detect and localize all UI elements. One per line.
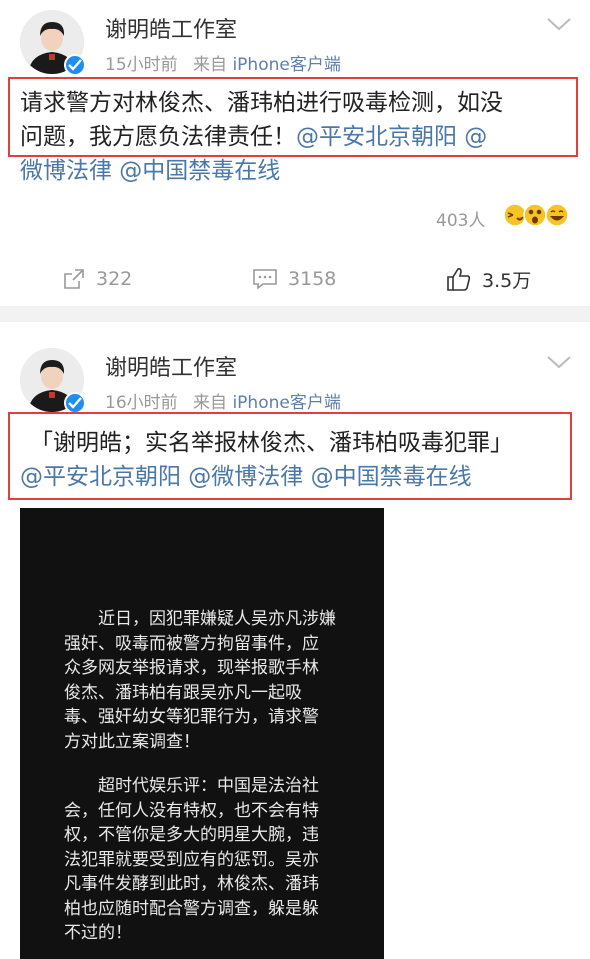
reaction-emojis-icon[interactable] [502, 202, 572, 228]
post-time: 16小时前 [105, 393, 178, 413]
post-divider [0, 306, 590, 322]
image-paragraph-1: 近日，因犯罪嫌疑人吴亦凡涉嫌 强奸、吸毒而被警方拘留事件，应 众多网友举报请求，… [64, 607, 364, 754]
comment-count: 3158 [288, 268, 337, 290]
chevron-down-icon[interactable] [546, 354, 572, 370]
post-actions: 322 3158 3.5万 [0, 262, 590, 296]
repost-icon [64, 269, 84, 289]
source-prefix: 来自 [193, 55, 228, 75]
avatar[interactable] [20, 348, 86, 414]
comment-icon [253, 269, 277, 290]
avatar[interactable] [20, 10, 86, 76]
image-text-line: 法犯罪就要受到应有的惩罚。吴亦 [64, 849, 319, 870]
reaction-count[interactable]: 403人 [436, 206, 485, 231]
post-meta: 16小时前 来自 iPhone客户端 [105, 388, 341, 413]
image-text-line: 不过的！ [64, 923, 132, 943]
post-image[interactable]: 近日，因犯罪嫌疑人吴亦凡涉嫌 强奸、吸毒而被警方拘留事件，应 众多网友举报请求，… [20, 508, 384, 959]
image-text-line: 凡事件发酵到此时，林俊杰、潘玮 [64, 874, 319, 894]
image-text-line: 强奸、吸毒而被警方拘留事件，应 [64, 633, 319, 654]
post-time: 15小时前 [105, 55, 178, 75]
image-text-line: 权，不管你是多大的明星大腕，违 [64, 825, 319, 845]
image-text-line: 会，任何人没有特权，也不会有特 [64, 800, 319, 821]
verified-badge-icon [64, 392, 86, 414]
thumbs-up-icon [447, 268, 471, 291]
image-text-line: 方对此立案调查！ [64, 731, 200, 752]
weibo-post-2: 谢明皓工作室 16小时前 来自 iPhone客户端 「谢明皓；实名举报林俊杰、潘… [0, 322, 590, 959]
image-paragraph-2: 超时代娱乐评：中国是法治社 会，任何人没有特权，也不会有特 权，不管你是多大的明… [64, 774, 364, 946]
image-text-line: 近日，因犯罪嫌疑人吴亦凡涉嫌 [98, 609, 336, 629]
post-meta: 15小时前 来自 iPhone客户端 [105, 50, 341, 75]
comment-button[interactable]: 3158 [252, 262, 336, 296]
repost-count: 322 [96, 268, 133, 290]
weibo-post-1: 谢明皓工作室 15小时前 来自 iPhone客户端 请求警方对林俊杰、潘玮柏进行… [0, 0, 590, 306]
mention-link[interactable]: 微博法律 @中国禁毒在线 [20, 154, 580, 188]
like-button[interactable]: 3.5万 [446, 262, 531, 296]
image-text-line: 俊杰、潘玮柏有跟吴亦凡一起吸 [64, 682, 302, 703]
verified-badge-icon [64, 54, 86, 76]
repost-button[interactable]: 322 [62, 262, 132, 296]
highlight-box [8, 412, 572, 500]
source-client[interactable]: iPhone客户端 [232, 393, 340, 413]
author-name[interactable]: 谢明皓工作室 [105, 12, 237, 44]
author-name[interactable]: 谢明皓工作室 [105, 350, 237, 382]
like-count: 3.5万 [482, 269, 532, 292]
chevron-down-icon[interactable] [546, 16, 572, 32]
source-client[interactable]: iPhone客户端 [232, 55, 340, 75]
source-prefix: 来自 [193, 393, 228, 413]
highlight-box [8, 77, 578, 157]
image-text-line: 柏也应随时配合警方调查，躲是躲 [64, 898, 319, 919]
image-text-line: 毒、强奸幼女等犯罪行为，请求警 [64, 707, 319, 727]
image-text-line: 超时代娱乐评：中国是法治社 [98, 776, 319, 796]
image-text-line: 众多网友举报请求，现举报歌手林 [64, 658, 319, 678]
